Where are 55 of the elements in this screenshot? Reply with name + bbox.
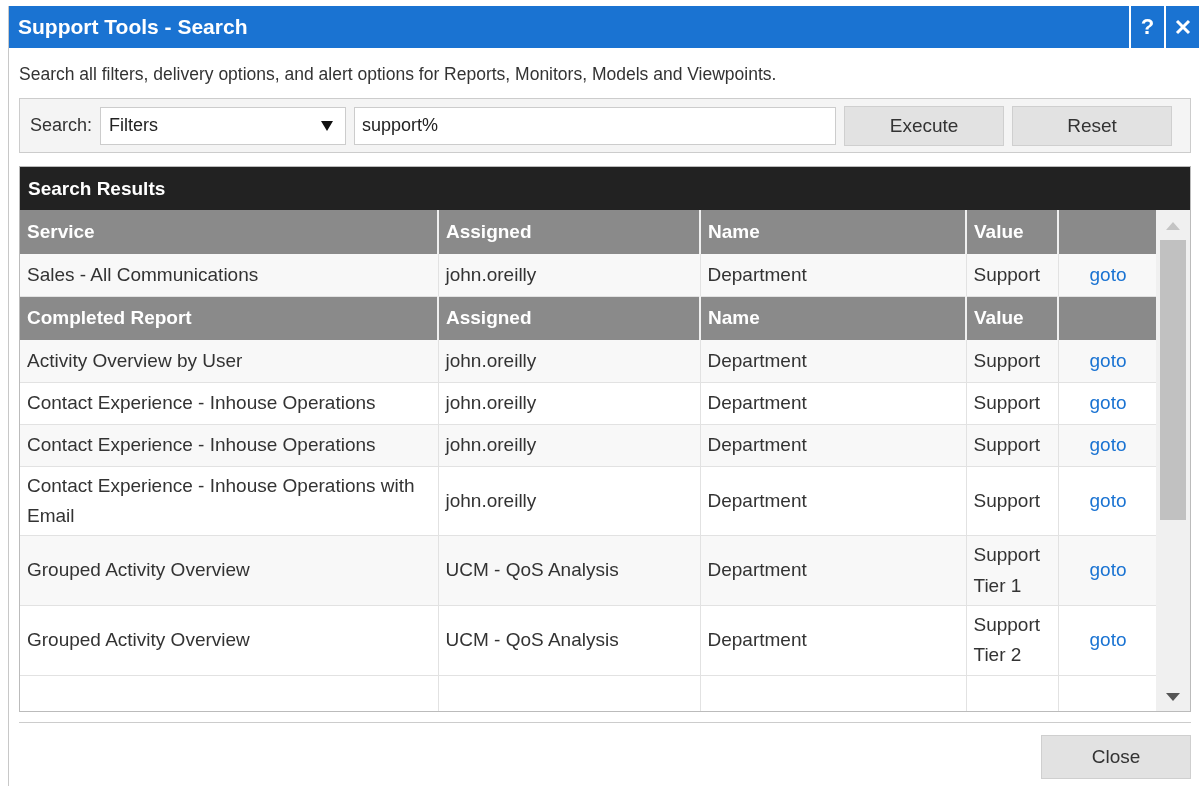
column-header: Assigned	[438, 210, 700, 254]
table-cell: Department	[700, 340, 966, 382]
table-cell: Activity Overview by User	[20, 340, 438, 382]
close-button[interactable]: Close	[1041, 735, 1191, 779]
table-cell: Grouped Activity Overview	[20, 605, 438, 676]
table-cell: Support	[966, 466, 1058, 536]
search-action-button[interactable]: Execute	[844, 105, 1005, 146]
column-header: Name	[700, 296, 966, 340]
table-cell: UCM - QoS Analysis	[438, 605, 700, 676]
scrollbar[interactable]	[1156, 210, 1190, 711]
table-cell: UCM - QoS Analysis	[438, 535, 700, 606]
column-header: Service	[20, 210, 438, 254]
table-cell: Contact Experience - Inhouse Operations with Email	[20, 466, 438, 536]
table-cell: Contact Experience - Inhouse Operations	[20, 382, 438, 424]
scroll-down-icon[interactable]	[1166, 693, 1181, 701]
table-cell: john.oreilly	[438, 382, 700, 424]
table-cell: Support Tier 2	[966, 605, 1058, 676]
column-header: Name	[700, 210, 966, 254]
scrollbar-thumb[interactable]	[1160, 240, 1187, 520]
table-cell: john.oreilly	[438, 424, 700, 466]
search-label: Search:	[30, 115, 93, 136]
table-cell: Grouped Activity Overview	[20, 535, 438, 606]
close-icon	[1174, 19, 1191, 35]
goto-link[interactable]: goto	[1089, 559, 1127, 581]
table-cell: Support	[966, 340, 1058, 382]
scroll-up-icon[interactable]	[1166, 222, 1181, 230]
table-cell: Department	[700, 382, 966, 424]
table-cell: Department	[700, 254, 966, 296]
search-field[interactable]: support%	[354, 106, 837, 145]
search-type-dropdown[interactable]: Filters	[100, 106, 347, 145]
table-cell: Contact Experience - Inhouse Operations	[20, 424, 438, 466]
column-header: Assigned	[438, 296, 700, 340]
table-cell: Sales - All Communications	[20, 254, 438, 296]
description-text: Search all filters, delivery options, and alert options for Reports, Monitors, Models and Viewpoints.	[19, 64, 778, 85]
table-cell: Department	[700, 466, 966, 536]
results-title: Search Results	[20, 167, 1190, 210]
window-title: Support Tools - Search	[17, 14, 249, 40]
column-header: Completed Report	[20, 296, 438, 340]
table-cell: Support	[966, 382, 1058, 424]
table-cell: Support	[966, 424, 1058, 466]
table-cell: Department	[700, 424, 966, 466]
column-header: Value	[966, 296, 1058, 340]
goto-link[interactable]: goto	[1089, 391, 1127, 413]
table-cell: Department	[700, 535, 966, 606]
table-cell: Department	[700, 605, 966, 676]
goto-link[interactable]: goto	[1089, 629, 1127, 651]
table-cell: john.oreilly	[438, 466, 700, 536]
table-cell: john.oreilly	[438, 254, 700, 296]
column-header: Value	[966, 210, 1058, 254]
table-cell: Support	[966, 254, 1058, 296]
caret-icon	[321, 120, 334, 131]
table-cell: Support Tier 1	[966, 535, 1058, 606]
table-cell: john.oreilly	[438, 340, 700, 382]
goto-link[interactable]: goto	[1089, 489, 1127, 511]
search-action-button[interactable]: Reset	[1012, 105, 1173, 146]
